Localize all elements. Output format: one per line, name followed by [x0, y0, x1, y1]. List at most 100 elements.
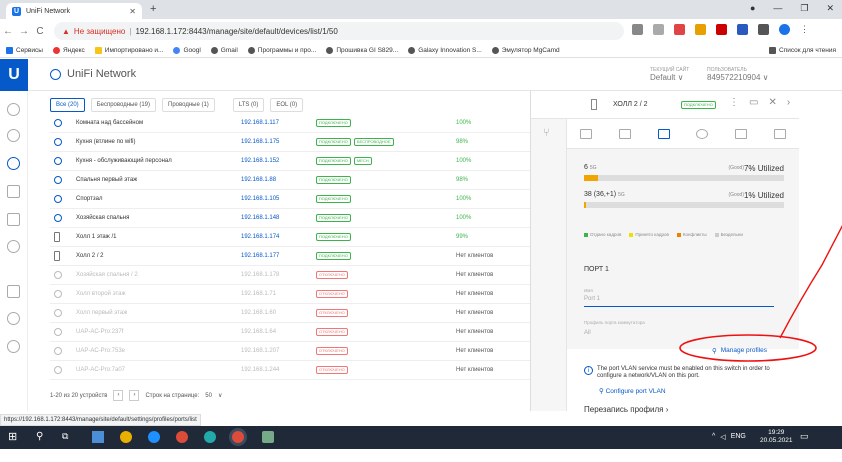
insights-icon[interactable] — [7, 240, 20, 253]
admin-selector[interactable]: ПОЛЬЗОВАТЕЛЬ 849572210904 ∨ — [707, 66, 768, 82]
table-row[interactable]: UAP-AC-Pro:237f 192.168.1.64 ОТКЛЮЧЕНО Нет … — [50, 323, 540, 342]
device-ip[interactable]: 192.168.1.152 — [241, 158, 279, 164]
table-row[interactable]: Спальня первый этаж 192.168.1.88 ПОДКЛЮЧЕН… — [50, 171, 540, 190]
profile-icon[interactable]: ● — [750, 3, 755, 14]
bookmark[interactable]: Galaxy Innovation S... — [408, 46, 482, 54]
bookmark[interactable]: Импортировано и... — [94, 46, 163, 54]
device-name[interactable]: UAP-AC-Pro:7a07 — [76, 367, 125, 373]
configure-vlan-link[interactable]: ⚲ Configure port VLAN — [599, 387, 666, 395]
notification-icon[interactable]: ▭ — [800, 431, 809, 442]
explorer-icon[interactable] — [92, 431, 104, 443]
device-ip[interactable]: 192.168.1.117 — [241, 120, 279, 126]
tab-clients-icon[interactable] — [618, 128, 631, 139]
device-ip[interactable]: 192.168.1.88 — [241, 177, 276, 183]
profile-override-toggle[interactable]: Перезапись профиля › — [584, 405, 668, 414]
device-name[interactable]: Спортзал — [76, 196, 102, 202]
device-ip[interactable]: 192.168.1.64 — [241, 329, 276, 335]
device-name[interactable]: Кухня - обслуживающий персонал — [76, 158, 172, 164]
device-ip[interactable]: 192.168.1.177 — [241, 253, 279, 259]
star-icon[interactable] — [653, 24, 664, 35]
browser-tab[interactable]: U UniFi Network ✕ — [6, 3, 142, 19]
url-bar[interactable]: ▲ Не защищено | 192.168.1.172:8443/manag… — [54, 22, 624, 40]
device-name[interactable]: Хозяйская спальня — [76, 215, 129, 221]
window-icon[interactable]: ▭ — [749, 97, 758, 108]
table-row[interactable]: Холл второй этаж 192.168.1.71 ОТКЛЮЧЕНО Нет… — [50, 285, 540, 304]
tab-ports-icon[interactable] — [657, 128, 670, 139]
table-row[interactable]: Холл первый этаж 192.168.1.60 ОТКЛЮЧЕНО Нет… — [50, 304, 540, 323]
puzzle-icon[interactable] — [758, 24, 769, 35]
manage-profiles-link[interactable]: ⚲ Manage profiles — [712, 347, 767, 355]
tab-details-icon[interactable] — [580, 128, 593, 139]
chrome-icon[interactable] — [176, 431, 188, 443]
table-row[interactable]: Хозяйская спальня / 2 192.168.1.178 ОТКЛЮЧ… — [50, 266, 540, 285]
device-name[interactable]: Холл первый этаж — [76, 310, 127, 316]
page-next-button[interactable]: › — [129, 390, 140, 401]
device-name[interactable]: Хозяйская спальня / 2 — [76, 272, 138, 278]
translate-icon[interactable] — [632, 24, 643, 35]
new-tab-button[interactable]: + — [150, 3, 156, 15]
menu-icon[interactable]: ⋮ — [800, 24, 811, 35]
chrome-active-icon[interactable] — [232, 431, 244, 443]
restore-button[interactable]: ❐ — [800, 3, 808, 14]
device-ip[interactable]: 192.168.1.60 — [241, 310, 276, 316]
filter-wireless[interactable]: Беспроводные (19) — [90, 98, 157, 112]
app-icon[interactable] — [204, 431, 216, 443]
filter-lts[interactable]: LTS (0) — [232, 98, 265, 112]
device-ip[interactable]: 192.168.1.148 — [241, 215, 279, 221]
device-name[interactable]: Кухня (втлине по wifi) — [76, 139, 135, 145]
dashboard-icon[interactable] — [7, 103, 20, 116]
filter-wired[interactable]: Проводные (1) — [162, 98, 215, 112]
fork-icon[interactable]: ⑂ — [543, 127, 550, 139]
filter-eol[interactable]: EOL (0) — [270, 98, 304, 112]
bookmark[interactable]: Эмулятор MgCamd — [491, 46, 560, 54]
rows-per-page-select[interactable]: 50 — [205, 393, 212, 399]
statistics-icon[interactable] — [7, 213, 20, 226]
device-name[interactable]: Холл 2 / 2 — [76, 253, 103, 259]
reload-button[interactable]: C — [32, 26, 48, 37]
device-name[interactable]: Холл 1 этаж /1 — [76, 234, 116, 240]
app-icon[interactable] — [120, 431, 132, 443]
app-icon[interactable] — [262, 431, 274, 443]
url-text[interactable]: 192.168.1.172:8443/manage/site/default/d… — [135, 27, 337, 36]
settings-icon[interactable] — [7, 340, 20, 353]
reading-list[interactable]: Список для чтения — [769, 43, 836, 58]
language[interactable]: ENG — [731, 433, 746, 441]
back-button[interactable]: ← — [0, 26, 16, 37]
minimize-button[interactable]: — — [773, 3, 782, 14]
extension-icon[interactable] — [716, 24, 727, 35]
device-ip[interactable]: 192.168.1.178 — [241, 272, 279, 278]
extension-icon[interactable] — [737, 24, 748, 35]
tab-close-icon[interactable]: ✕ — [129, 7, 136, 16]
bookmark[interactable]: Googl — [173, 46, 201, 54]
extension-icon[interactable] — [674, 24, 685, 35]
windows-start-icon[interactable]: ⊞ — [8, 431, 20, 443]
tab-stats-icon[interactable] — [773, 128, 786, 139]
calendar-icon[interactable] — [7, 285, 20, 298]
device-ip[interactable]: 192.168.1.71 — [241, 291, 276, 297]
table-row[interactable]: Хозяйская спальня 192.168.1.148 ПОДКЛЮЧЕНО… — [50, 209, 540, 228]
avatar[interactable] — [779, 24, 790, 35]
table-row[interactable]: Холл 1 этаж /1 192.168.1.174 ПОДКЛЮЧЕНО 99% — [50, 228, 540, 247]
forward-button[interactable]: → — [16, 26, 32, 37]
close-window-button[interactable]: ✕ — [826, 3, 834, 14]
device-ip[interactable]: 192.168.1.105 — [241, 196, 279, 202]
table-row[interactable]: Комната над бассейном 192.168.1.117 ПОДКЛЮ… — [50, 114, 540, 133]
profile-select[interactable]: All — [584, 330, 591, 336]
clients-icon[interactable] — [7, 185, 20, 198]
table-row[interactable]: Спортзал 192.168.1.105 ПОДКЛЮЧЕНО 100% — [50, 190, 540, 209]
table-row[interactable]: UAP-AC-Pro:7a07 192.168.1.244 ОТКЛЮЧЕНО Нет… — [50, 361, 540, 380]
device-name[interactable]: UAP-AC-Pro:753e — [76, 348, 125, 354]
device-name[interactable]: Спальня первый этаж — [76, 177, 137, 183]
table-row[interactable]: Кухня (втлине по wifi) 192.168.1.175 ПОДКЛ… — [50, 133, 540, 152]
devices-icon[interactable] — [7, 157, 20, 170]
tab-config-icon[interactable] — [696, 128, 709, 139]
port-name-input[interactable]: Port 1 — [584, 296, 600, 302]
search-icon[interactable]: ⚲ — [36, 431, 48, 443]
chevron-up-icon[interactable]: ^ — [712, 433, 715, 441]
edge-icon[interactable] — [148, 431, 160, 443]
chevron-right-icon[interactable]: › — [787, 97, 790, 108]
device-name[interactable]: Холл второй этаж — [76, 291, 126, 297]
site-selector[interactable]: ТЕКУЩИЙ САЙТ Default ∨ — [650, 66, 689, 82]
table-row[interactable]: Холл 2 / 2 192.168.1.177 ПОДКЛЮЧЕНО Нет кли… — [50, 247, 540, 266]
clock[interactable]: 19:29 20.05.2021 — [760, 429, 793, 445]
